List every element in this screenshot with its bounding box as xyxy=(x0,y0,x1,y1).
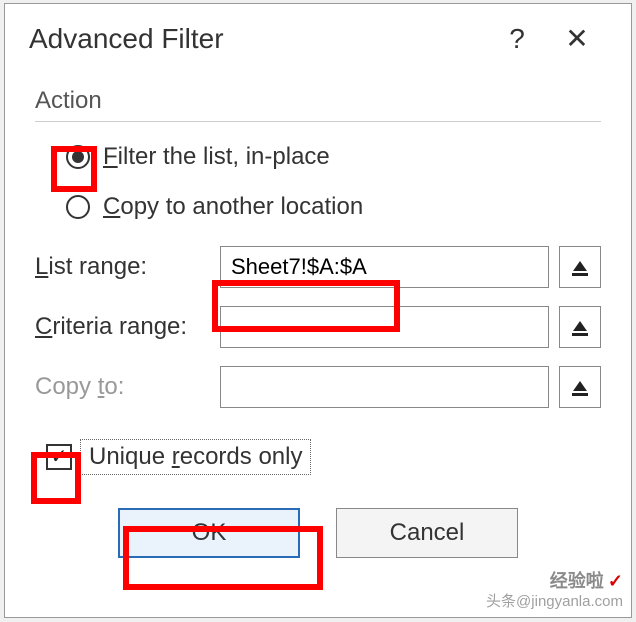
titlebar: Advanced Filter ? ✕ xyxy=(5,4,631,67)
criteria-range-collapse-button[interactable] xyxy=(559,306,601,348)
unique-records-label: Unique records only xyxy=(80,439,311,475)
copy-to-input xyxy=(220,366,549,408)
button-row: OK Cancel xyxy=(35,508,601,558)
check-icon: ✓ xyxy=(51,447,68,467)
advanced-filter-dialog: Advanced Filter ? ✕ Action Filter the li… xyxy=(4,3,632,618)
unique-records-checkbox[interactable]: ✓ xyxy=(38,436,80,478)
criteria-range-label: Criteria range: xyxy=(35,313,220,341)
radio-copy-another[interactable]: Copy to another location xyxy=(57,186,601,228)
collapse-icon xyxy=(571,378,589,396)
list-range-input[interactable] xyxy=(220,246,549,288)
watermark: 经验啦 ✓ 头条@jingyanla.com xyxy=(486,571,623,611)
criteria-range-input[interactable] xyxy=(220,306,549,348)
action-section-label: Action xyxy=(35,87,601,115)
collapse-icon xyxy=(571,318,589,336)
copy-to-collapse-button[interactable] xyxy=(559,366,601,408)
cancel-button[interactable]: Cancel xyxy=(336,508,518,558)
radio-filter-in-place-label: Filter the list, in-place xyxy=(103,143,330,171)
collapse-icon xyxy=(571,258,589,276)
radio-filter-in-place[interactable]: Filter the list, in-place xyxy=(57,136,601,178)
help-button[interactable]: ? xyxy=(487,23,547,55)
dialog-content: Action Filter the list, in-place Copy to… xyxy=(5,67,631,558)
copy-to-row: Copy to: xyxy=(35,366,601,408)
section-divider xyxy=(35,121,601,122)
dialog-title: Advanced Filter xyxy=(29,23,487,55)
list-range-label: List range: xyxy=(35,253,220,281)
ok-button[interactable]: OK xyxy=(118,508,300,558)
radio-copy-another-control[interactable] xyxy=(57,186,99,228)
unique-records-row[interactable]: ✓ Unique records only xyxy=(38,436,601,478)
list-range-row: List range: xyxy=(35,246,601,288)
copy-to-label: Copy to: xyxy=(35,373,220,401)
radio-filter-in-place-control[interactable] xyxy=(57,136,99,178)
close-button[interactable]: ✕ xyxy=(547,22,607,55)
list-range-collapse-button[interactable] xyxy=(559,246,601,288)
criteria-range-row: Criteria range: xyxy=(35,306,601,348)
radio-copy-another-label: Copy to another location xyxy=(103,193,363,221)
close-icon: ✕ xyxy=(565,23,588,54)
